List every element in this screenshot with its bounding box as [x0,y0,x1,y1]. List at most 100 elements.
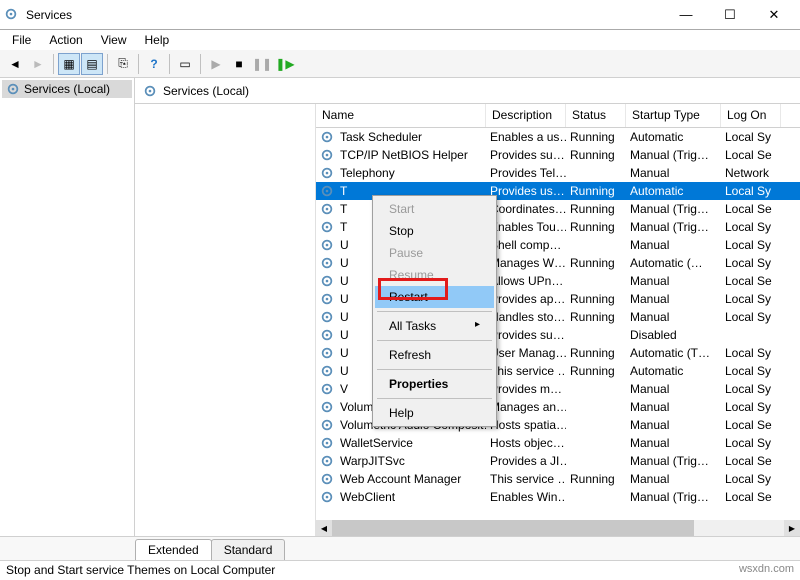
cell-startup: Manual [626,435,721,451]
menu-help[interactable]: Help [137,31,178,49]
service-row[interactable]: WarpJITSvcProvides a JI…Manual (Trig…Loc… [316,452,800,470]
horizontal-scrollbar[interactable]: ◀ ▶ [316,520,800,536]
title-bar: Services — ☐ ✕ [0,0,800,30]
col-name[interactable]: Name [316,104,486,127]
cell-description: Manages W… [486,255,566,271]
cell-description: Shell comp… [486,237,566,253]
properties-button[interactable]: ▭ [174,53,196,75]
cell-description: Provides ap… [486,291,566,307]
cell-status [566,244,626,246]
cell-description: Hosts spatia… [486,417,566,433]
cell-status [566,172,626,174]
gear-icon [320,490,334,504]
cell-status: Running [566,363,626,379]
cell-logon: Local Sy [721,219,781,235]
gear-icon [320,166,334,180]
gear-icon [320,130,334,144]
cell-name: TCP/IP NetBIOS Helper [336,147,486,163]
gear-icon [320,454,334,468]
pause-service-button[interactable]: ❚❚ [251,53,273,75]
service-row[interactable]: Task SchedulerEnables a us…RunningAutoma… [316,128,800,146]
cell-description: Manages an… [486,399,566,415]
cell-logon: Local Sy [721,255,781,271]
gear-icon [320,472,334,486]
ctx-resume: Resume [375,264,494,286]
cell-status: Running [566,291,626,307]
cell-name: Web Account Manager [336,471,486,487]
cell-status [566,496,626,498]
cell-startup: Manual [626,291,721,307]
cell-description: This service … [486,471,566,487]
menu-view[interactable]: View [93,31,135,49]
tab-extended[interactable]: Extended [135,539,212,560]
scroll-thumb[interactable] [332,520,694,536]
cell-logon: Local Sy [721,291,781,307]
cell-logon: Local Sy [721,345,781,361]
service-row[interactable]: TelephonyProvides Tel…ManualNetwork [316,164,800,182]
cell-logon: Local Se [721,489,781,505]
col-logon[interactable]: Log On [721,104,781,127]
ctx-restart[interactable]: Restart [375,286,494,308]
cell-description: Enables Win… [486,489,566,505]
service-row[interactable]: WebClientEnables Win…Manual (Trig…Local … [316,488,800,506]
show-hide-tree-button[interactable]: ▦ [58,53,80,75]
col-description[interactable]: Description [486,104,566,127]
back-button[interactable]: ◄ [4,53,26,75]
service-row[interactable]: WalletServiceHosts objec…ManualLocal Sy [316,434,800,452]
panel-header: Services (Local) [135,78,800,104]
cell-startup: Automatic [626,129,721,145]
minimize-button[interactable]: — [664,0,708,29]
stop-service-button[interactable]: ■ [228,53,250,75]
cell-description: Enables a us… [486,129,566,145]
ctx-refresh[interactable]: Refresh [375,344,494,366]
gear-icon [320,346,334,360]
help-button[interactable]: ? [143,53,165,75]
app-icon [4,7,20,23]
cell-logon: Network [721,165,781,181]
cell-logon: Local Sy [721,381,781,397]
ctx-stop[interactable]: Stop [375,220,494,242]
panel-title: Services (Local) [163,84,249,98]
details-button[interactable]: ▤ [81,53,103,75]
gear-icon [320,418,334,432]
ctx-pause: Pause [375,242,494,264]
gear-icon [320,220,334,234]
col-status[interactable]: Status [566,104,626,127]
cell-logon: Local Sy [721,183,781,199]
gear-icon [143,84,157,98]
close-button[interactable]: ✕ [752,0,796,29]
service-row[interactable]: TCP/IP NetBIOS HelperProvides su…Running… [316,146,800,164]
cell-status: Running [566,219,626,235]
tree-root-label: Services (Local) [24,82,110,96]
cell-startup: Manual [626,381,721,397]
tree-root-node[interactable]: Services (Local) [2,80,132,98]
maximize-button[interactable]: ☐ [708,0,752,29]
cell-description: This service … [486,363,566,379]
col-startup[interactable]: Startup Type [626,104,721,127]
service-row[interactable]: Web Account ManagerThis service …Running… [316,470,800,488]
cell-name: Task Scheduler [336,129,486,145]
cell-logon: Local Sy [721,309,781,325]
cell-startup: Manual [626,417,721,433]
cell-name: Telephony [336,165,486,181]
menu-file[interactable]: File [4,31,39,49]
forward-button[interactable]: ► [27,53,49,75]
cell-description: Provides m… [486,381,566,397]
cell-startup: Manual (Trig… [626,147,721,163]
export-button[interactable]: ⎘ [112,53,134,75]
ctx-properties[interactable]: Properties [375,373,494,395]
ctx-all-tasks[interactable]: All Tasks▸ [375,315,494,337]
scroll-right-button[interactable]: ▶ [784,520,800,536]
cell-startup: Automatic [626,363,721,379]
start-service-button[interactable]: ▶ [205,53,227,75]
cell-status: Running [566,129,626,145]
gear-icon [320,382,334,396]
restart-service-button[interactable]: ❚▶ [274,53,296,75]
cell-startup: Manual (Trig… [626,201,721,217]
ctx-help[interactable]: Help [375,402,494,424]
scroll-left-button[interactable]: ◀ [316,520,332,536]
menu-action[interactable]: Action [41,31,90,49]
gear-icon [6,82,20,96]
gear-icon [320,292,334,306]
tab-standard[interactable]: Standard [211,539,286,560]
